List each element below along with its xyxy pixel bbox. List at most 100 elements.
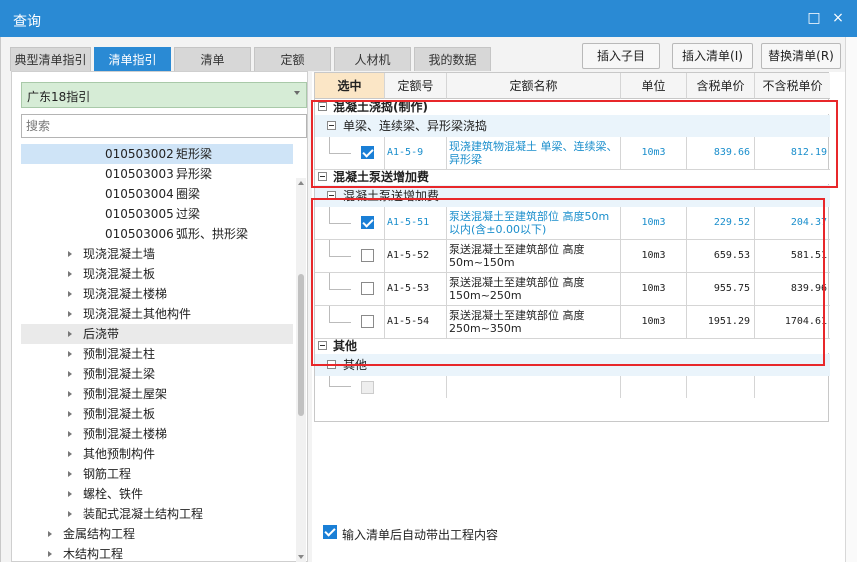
tree-item[interactable]: 其他预制构件 (21, 444, 293, 464)
table-row[interactable]: A1-5-53 泵送混凝土至建筑部位 高度150m~250m 10m3 955.75 8… (315, 273, 830, 306)
table-row[interactable] (315, 376, 830, 398)
close-icon[interactable]: × (829, 9, 847, 27)
tab-quota[interactable]: 定额 (254, 47, 331, 71)
scroll-up-icon[interactable] (298, 181, 304, 185)
restore-icon[interactable]: □ (805, 9, 823, 27)
expand-arrow-icon[interactable] (48, 551, 52, 557)
tab-typical-guide[interactable]: 典型清单指引 (10, 47, 91, 71)
tree-item[interactable]: 010503004 圈梁 (21, 184, 293, 204)
collapse-icon[interactable] (327, 360, 336, 369)
replace-list-button[interactable]: 替换清单(R) (761, 43, 841, 69)
collapse-icon[interactable] (318, 341, 327, 350)
expand-arrow-icon[interactable] (68, 411, 72, 417)
row-checkbox[interactable] (361, 216, 374, 229)
collapse-icon[interactable] (327, 191, 336, 200)
price-notax-cell: 204.37 (790, 217, 827, 228)
row-checkbox[interactable] (361, 315, 374, 328)
group-header[interactable]: 混凝土泵送增加费 (315, 170, 830, 184)
tree-connector (329, 153, 351, 154)
expand-arrow-icon[interactable] (68, 291, 72, 297)
table-row[interactable]: A1-5-54 泵送混凝土至建筑部位 高度250m~350m 10m3 1951.29… (315, 306, 830, 339)
subgroup-header[interactable]: 其他 (315, 354, 830, 376)
guide-tree: 010503002 矩形梁 010503003 异形梁 010503004 圈梁 01050… (21, 144, 293, 562)
tree-item[interactable]: 现浇混凝土墙 (21, 244, 293, 264)
tab-my-data[interactable]: 我的数据 (414, 47, 491, 71)
table-row[interactable]: A1-5-52 泵送混凝土至建筑部位 高度50m~150m 10m3 659.53 58… (315, 240, 830, 273)
tree-item[interactable]: 010503006 弧形、拱形梁 (21, 224, 293, 244)
tree-item[interactable]: 预制混凝土屋架 (21, 384, 293, 404)
tree-item-label: 现浇混凝土板 (83, 267, 156, 281)
collapse-icon[interactable] (318, 172, 327, 181)
tree-item[interactable]: 预制混凝土板 (21, 404, 293, 424)
guide-library-select[interactable]: 广东18指引 (21, 82, 307, 108)
quota-name-cell: 泵送混凝土至建筑部位 高度50m以内(含±0.00以下) (447, 207, 621, 239)
tree-item[interactable]: 螺栓、铁件 (21, 484, 293, 504)
subgroup-title: 混凝土泵送增加费 (343, 189, 440, 203)
expand-arrow-icon[interactable] (68, 251, 72, 257)
auto-bring-checkbox[interactable] (323, 525, 337, 539)
row-checkbox[interactable] (361, 249, 374, 262)
expand-arrow-icon[interactable] (68, 331, 72, 337)
auto-bring-label: 输入清单后自动带出工程内容 (342, 528, 499, 542)
collapse-icon[interactable] (318, 102, 327, 111)
expand-arrow-icon[interactable] (68, 451, 72, 457)
header-select[interactable]: 选中 (315, 73, 385, 99)
tree-item[interactable]: 装配式混凝土结构工程 (21, 504, 293, 524)
header-code[interactable]: 定额号 (385, 73, 447, 99)
row-checkbox[interactable] (361, 146, 374, 159)
tree-scrollbar[interactable] (296, 178, 306, 562)
table-row[interactable]: A1-5-51 泵送混凝土至建筑部位 高度50m以内(含±0.00以下) 10m3 2… (315, 207, 830, 240)
tree-item[interactable]: 预制混凝土梁 (21, 364, 293, 384)
tree-item[interactable]: 预制混凝土柱 (21, 344, 293, 364)
tree-item[interactable]: 现浇混凝土其他构件 (21, 304, 293, 324)
tree-item-label: 现浇混凝土其他构件 (83, 307, 192, 321)
tab-list-guide[interactable]: 清单指引 (94, 47, 171, 71)
tree-item[interactable]: 金属结构工程 (21, 524, 293, 544)
header-price-notax[interactable]: 不含税单价 (755, 73, 830, 99)
group-header[interactable]: 其他 (315, 339, 830, 353)
tab-list[interactable]: 清单 (174, 47, 251, 71)
tree-item[interactable]: 后浇带 (21, 324, 293, 344)
scroll-thumb[interactable] (298, 274, 304, 416)
expand-arrow-icon[interactable] (68, 371, 72, 377)
expand-arrow-icon[interactable] (48, 531, 52, 537)
collapse-icon[interactable] (327, 121, 336, 130)
tree-item[interactable]: 木结构工程 (21, 544, 293, 562)
subgroup-title: 单梁、连续梁、异形梁浇捣 (343, 119, 488, 133)
expand-arrow-icon[interactable] (68, 431, 72, 437)
search-input[interactable] (21, 114, 307, 138)
table-row[interactable]: A1-5-9 现浇建筑物混凝土 单梁、连续梁、异形梁 10m3 839.66 812.1… (315, 137, 830, 170)
quota-grid: 选中 定额号 定额名称 单位 含税单价 不含税单价 混凝土浇捣(制作) 单梁、连续… (314, 72, 830, 422)
expand-arrow-icon[interactable] (68, 511, 72, 517)
header-unit[interactable]: 单位 (621, 73, 687, 99)
subgroup-header[interactable]: 单梁、连续梁、异形梁浇捣 (315, 115, 830, 137)
tree-item[interactable]: 010503003 异形梁 (21, 164, 293, 184)
tree-item[interactable]: 010503002 矩形梁 (21, 144, 293, 164)
tree-item[interactable]: 010503005 过梁 (21, 204, 293, 224)
expand-arrow-icon[interactable] (68, 491, 72, 497)
header-price-tax[interactable]: 含税单价 (687, 73, 755, 99)
subgroup-header[interactable]: 混凝土泵送增加费 (315, 185, 830, 207)
background-window-edge (845, 37, 857, 562)
expand-arrow-icon[interactable] (68, 311, 72, 317)
tree-item-code: 010503006 (105, 227, 174, 241)
insert-list-button[interactable]: 插入清单(I) (672, 43, 753, 69)
tree-item-label: 金属结构工程 (63, 527, 136, 541)
tree-item[interactable]: 钢筋工程 (21, 464, 293, 484)
row-checkbox[interactable] (361, 282, 374, 295)
group-title: 混凝土浇捣(制作) (333, 100, 428, 114)
scroll-down-icon[interactable] (298, 555, 304, 559)
insert-child-button[interactable]: 插入子目 (582, 43, 660, 69)
header-name[interactable]: 定额名称 (447, 73, 621, 99)
expand-arrow-icon[interactable] (68, 271, 72, 277)
tree-item[interactable]: 现浇混凝土楼梯 (21, 284, 293, 304)
price-notax-cell: 812.19 (790, 147, 827, 158)
group-header[interactable]: 混凝土浇捣(制作) (315, 100, 830, 114)
tree-item[interactable]: 现浇混凝土板 (21, 264, 293, 284)
expand-arrow-icon[interactable] (68, 471, 72, 477)
expand-arrow-icon[interactable] (68, 391, 72, 397)
unit-cell: 10m3 (621, 306, 687, 338)
tree-item[interactable]: 预制混凝土楼梯 (21, 424, 293, 444)
tab-labor-material[interactable]: 人材机 (334, 47, 411, 71)
expand-arrow-icon[interactable] (68, 351, 72, 357)
